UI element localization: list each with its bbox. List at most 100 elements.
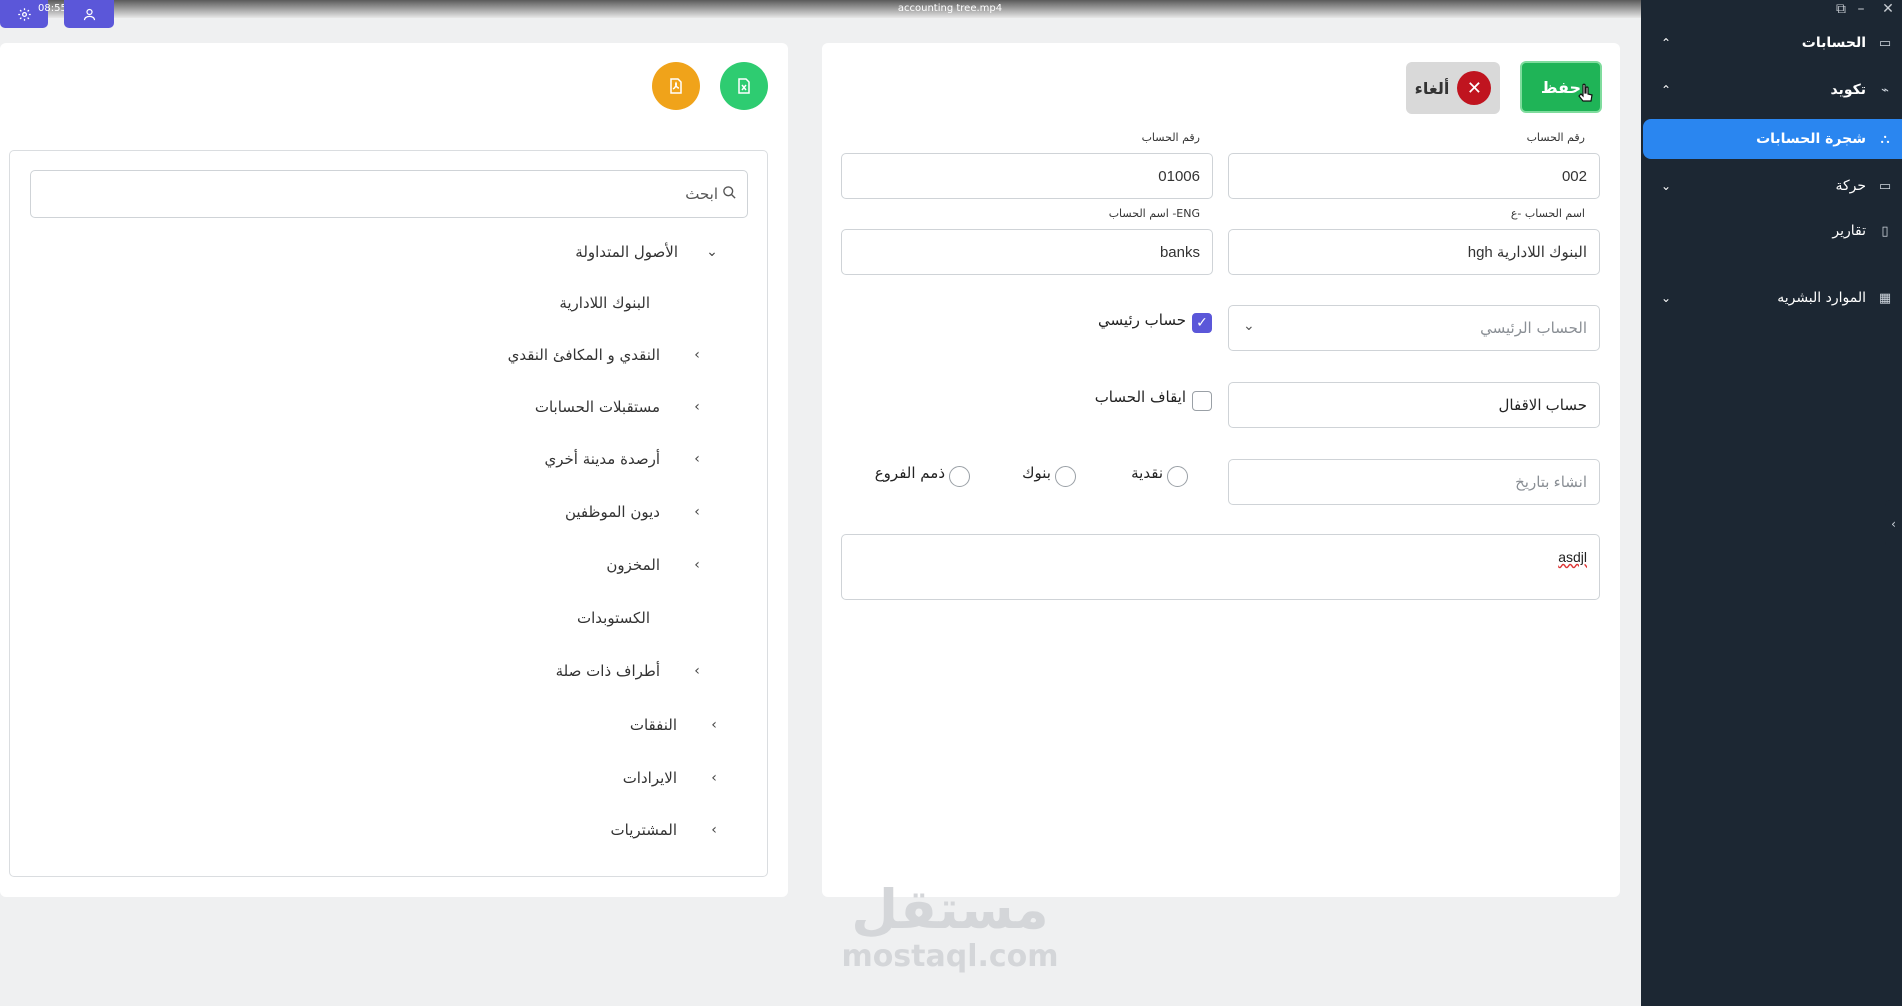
account-number-field[interactable]: [1228, 153, 1600, 199]
tree-node-label: الأصول المتداولة: [575, 243, 678, 261]
chevron-right-icon: ›: [694, 347, 700, 363]
main-account-select-value: الحساب الرئيسي: [1480, 319, 1587, 337]
closing-account-field[interactable]: [1228, 382, 1600, 428]
notes-text: asdjl: [1558, 549, 1587, 565]
monitor-icon: ▭: [1878, 35, 1892, 51]
export-excel-button[interactable]: [720, 62, 768, 110]
sidebar-item-hr[interactable]: ▦ الموارد البشريه ⌄: [1641, 278, 1902, 318]
tree-node-label: ديون الموظفين: [564, 503, 660, 521]
sidebar-item-label: تقارير: [1832, 223, 1866, 239]
check-icon: ✓: [1196, 315, 1208, 331]
radio-branches-label: ذمم الفروع: [874, 464, 945, 482]
sidebar-item-accounts-tree[interactable]: ⛬ شجرة الحسابات: [1643, 119, 1902, 159]
sidebar-item-label: الموارد البشريه: [1777, 290, 1866, 306]
account-name-ar-label: اسم الحساب -ع: [1510, 207, 1585, 220]
chevron-right-icon: ›: [711, 717, 717, 733]
chevron-down-icon: ⌄: [1660, 291, 1671, 305]
minimize-icon[interactable]: –: [1846, 0, 1876, 18]
chevron-right-icon: ›: [694, 663, 700, 679]
tree-node-related-parties[interactable]: › أطراف ذات صلة: [556, 656, 707, 686]
chevron-left-icon: ‹: [1891, 517, 1896, 531]
export-pdf-button[interactable]: [652, 62, 700, 110]
chevron-up-icon: ⌃: [1660, 36, 1671, 50]
stop-account-checkbox[interactable]: [1192, 391, 1212, 411]
sidebar-item-coding[interactable]: ⌁ تكويد ⌃: [1641, 70, 1902, 110]
close-icon[interactable]: ✕: [1873, 0, 1902, 18]
sidebar-item-label: الحسابات: [1801, 35, 1866, 51]
radio-banks-label: بنوك: [1022, 464, 1051, 482]
account-number2-label: رقم الحساب: [1141, 131, 1200, 144]
chevron-right-icon: ›: [694, 451, 700, 467]
tree-node-banks[interactable]: البنوك اللادارية: [559, 288, 650, 318]
watermark-arabic: مستقل: [851, 878, 1049, 941]
tree-node-cash[interactable]: › النقدي و المكافئ النقدي: [508, 340, 707, 370]
search-placeholder: ابحث: [685, 185, 718, 203]
tree-node-label: الايرادات: [622, 769, 677, 787]
sidebar-item-movement[interactable]: ▭ حركة ⌄: [1641, 166, 1902, 206]
created-at-field[interactable]: [1228, 459, 1600, 505]
cancel-button-label: ألغاء: [1414, 78, 1450, 98]
user-icon: [83, 8, 95, 20]
radio-branches[interactable]: [949, 466, 970, 487]
sidebar: ⧉ – ✕ ▭ الحسابات ⌃ ⌁ تكويد ⌃ ⛬ شجرة الحس…: [1641, 0, 1902, 1006]
clock: 08:55: [38, 3, 67, 14]
grid-icon: ▦: [1878, 290, 1892, 306]
chart-icon: ⌁: [1881, 82, 1889, 98]
save-button[interactable]: حفظ: [1520, 61, 1602, 113]
tree-node-label: الكستوبدات: [576, 609, 650, 627]
tree-node-inventory[interactable]: › المخزون: [606, 550, 707, 580]
window-title: accounting tree.mp4: [897, 3, 1003, 14]
tree-node-employee-debts[interactable]: › ديون الموظفين: [565, 497, 707, 527]
account-name-ar-field[interactable]: [1228, 229, 1600, 275]
tree-node-current-assets[interactable]: ⌄ الأصول المتداولة: [575, 237, 722, 267]
chevron-right-icon: ›: [711, 770, 717, 786]
gear-icon: [17, 7, 31, 21]
sidebar-item-reports[interactable]: ▯ تقارير: [1641, 211, 1902, 251]
radio-cash[interactable]: [1167, 466, 1188, 487]
tree-node-label: أطراف ذات صلة: [555, 662, 660, 680]
pdf-file-icon: [670, 78, 682, 94]
radio-cash-label: نقدية: [1131, 464, 1163, 482]
tree-node-custodies[interactable]: الكستوبدات: [577, 603, 650, 633]
sidebar-item-accounts[interactable]: ▭ الحسابات ⌃: [1641, 23, 1902, 63]
account-name-en-field[interactable]: [841, 229, 1213, 275]
main-account-select[interactable]: الحساب الرئيسي ⌄: [1228, 305, 1600, 351]
save-button-label: حفظ: [1540, 77, 1582, 97]
screen-icon: ▭: [1878, 178, 1892, 194]
main-account-checkbox-label: حساب رئيسي: [1098, 311, 1186, 329]
chevron-right-icon: ›: [694, 557, 700, 573]
sidebar-item-label: حركة: [1835, 178, 1866, 194]
cursor-icon: [1578, 83, 1593, 102]
user-button[interactable]: [64, 0, 114, 28]
title-bar: accounting tree.mp4: [0, 0, 1641, 18]
search-input[interactable]: ابحث: [30, 170, 748, 218]
main-account-checkbox[interactable]: ✓: [1192, 313, 1212, 333]
tree-node-revenues[interactable]: › الايرادات: [623, 763, 724, 793]
tree-node-receivables[interactable]: › مستقبلات الحسابات: [535, 392, 707, 422]
stop-account-checkbox-label: ايقاف الحساب: [1094, 388, 1186, 406]
chevron-down-icon: ⌄: [706, 244, 718, 260]
excel-file-icon: [738, 78, 750, 94]
tree-node-purchases[interactable]: › المشتريات: [611, 815, 724, 845]
tree-node-label: النقدي و المكافئ النقدي: [507, 346, 660, 364]
tree-node-expenses[interactable]: › النفقات: [630, 710, 724, 740]
chevron-right-icon: ›: [694, 504, 700, 520]
chevron-right-icon: ›: [694, 399, 700, 415]
collapse-handle[interactable]: ‹: [1885, 500, 1902, 548]
account-number-label: رقم الحساب: [1526, 131, 1585, 144]
close-circle-icon: ✕: [1457, 71, 1492, 105]
notes-textarea[interactable]: asdjl: [841, 534, 1600, 600]
search-icon: [722, 185, 737, 204]
radio-banks[interactable]: [1055, 466, 1076, 487]
account-name-en-label: اسم الحساب -ENG: [1108, 207, 1200, 220]
chevron-up-icon: ⌃: [1660, 83, 1671, 97]
tree-icon: ⛬: [1880, 131, 1890, 147]
account-number2-field[interactable]: [841, 153, 1213, 199]
cancel-button[interactable]: ✕ ألغاء: [1406, 62, 1500, 114]
chevron-down-icon: ⌄: [1660, 179, 1671, 193]
tree-node-other-debit[interactable]: › أرصدة مدينة أخري: [544, 444, 707, 474]
tree-node-label: مستقبلات الحسابات: [534, 398, 660, 416]
tree-node-label: أرصدة مدينة أخري: [544, 450, 660, 468]
sidebar-item-label: تكويد: [1830, 82, 1866, 98]
chevron-right-icon: ›: [711, 822, 717, 838]
